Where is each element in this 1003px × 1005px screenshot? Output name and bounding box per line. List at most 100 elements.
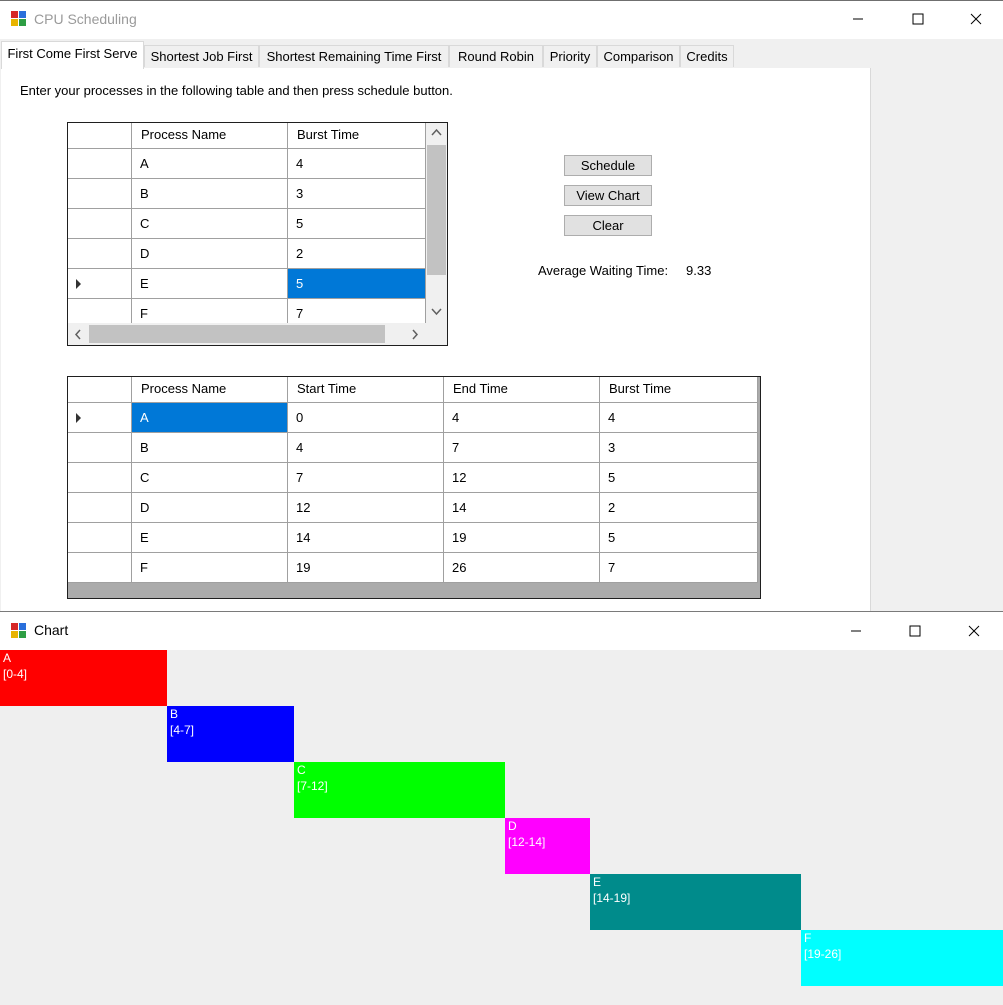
tab-priority[interactable]: Priority [543,45,597,67]
instruction-text: Enter your processes in the following ta… [20,83,453,98]
tab-shortest-job-first[interactable]: Shortest Job First [144,45,259,67]
column-header-burst-time[interactable]: Burst Time [600,377,758,403]
average-waiting-time-label: Average Waiting Time: [538,263,669,278]
schedule-result-table[interactable]: Process Name Start Time End Time Burst T… [67,376,761,599]
scrollbar-corner [426,323,447,345]
table-cell[interactable]: 0 [288,403,444,433]
input-process-table[interactable]: Process Name Burst Time A 4 B 3 C 5 D 2 … [67,122,448,346]
gantt-bar-e: E [14-19] [590,874,801,930]
chart-app-icon [11,623,27,639]
chart-close-button[interactable] [952,612,996,650]
column-header-process-name[interactable]: Process Name [132,377,288,403]
main-window-title: CPU Scheduling [34,11,137,27]
gantt-bar-c: C [7-12] [294,762,505,818]
table-cell[interactable]: C [132,463,288,493]
gantt-chart-area: A [0-4] B [4-7] C [7-12] D [12-14] E [14-19]… [0,650,1003,1005]
scroll-up-icon[interactable] [431,128,442,136]
scroll-left-icon[interactable] [74,329,82,340]
table-cell[interactable]: 3 [288,179,426,209]
table-cell[interactable]: A [132,149,288,179]
tab-round-robin[interactable]: Round Robin [449,45,543,67]
horizontal-scrollbar[interactable] [68,323,426,345]
table-cell[interactable]: 14 [444,493,600,523]
clear-button[interactable]: Clear [564,215,652,236]
table-cell[interactable]: 4 [444,403,600,433]
table-cell[interactable]: 7 [444,433,600,463]
current-row-arrow-icon [76,279,81,289]
row-header[interactable] [68,523,132,553]
view-chart-button[interactable]: View Chart [564,185,652,206]
vertical-scrollbar[interactable] [426,123,447,323]
close-button[interactable] [954,0,998,38]
table-cell[interactable]: 2 [600,493,758,523]
tab-comparison[interactable]: Comparison [597,45,680,67]
table-cell[interactable]: 7 [288,463,444,493]
table-cell[interactable]: 19 [288,553,444,583]
table-cell[interactable]: B [132,433,288,463]
table-cell[interactable]: D [132,493,288,523]
row-header[interactable] [68,149,132,179]
close-icon [970,13,982,25]
tab-first-come-first-serve[interactable]: First Come First Serve [1,41,144,69]
minimize-icon [851,630,861,632]
table-cell-selected[interactable]: 5 [288,269,426,299]
row-header-corner [68,123,132,149]
vertical-scroll-thumb[interactable] [427,145,446,275]
row-header[interactable] [68,209,132,239]
row-header[interactable] [68,239,132,269]
table-cell[interactable]: 4 [288,149,426,179]
column-header-end-time[interactable]: End Time [444,377,600,403]
table-cell[interactable]: 5 [600,523,758,553]
table-cell[interactable]: B [132,179,288,209]
row-header-corner [68,377,132,403]
row-header[interactable] [68,433,132,463]
maximize-icon [909,625,921,637]
table-cell[interactable]: 5 [600,463,758,493]
table-cell[interactable]: 7 [600,553,758,583]
column-header-burst-time[interactable]: Burst Time [288,123,426,149]
table-cell[interactable]: 3 [600,433,758,463]
scroll-right-icon[interactable] [411,329,419,340]
table-cell[interactable]: E [132,523,288,553]
gantt-bar-d: D [12-14] [505,818,590,874]
schedule-button[interactable]: Schedule [564,155,652,176]
table-cell[interactable]: D [132,239,288,269]
chart-minimize-button[interactable] [834,612,878,650]
minimize-icon [853,18,863,20]
tab-shortest-remaining-time-first[interactable]: Shortest Remaining Time First [259,45,449,67]
table-cell[interactable]: 12 [288,493,444,523]
table-cell[interactable]: 12 [444,463,600,493]
maximize-button[interactable] [896,0,940,38]
table-cell[interactable]: 4 [288,433,444,463]
scroll-down-icon[interactable] [431,308,442,316]
average-waiting-time-value: 9.33 [686,263,712,278]
minimize-button[interactable] [836,0,880,38]
table-cell[interactable]: 19 [444,523,600,553]
row-header[interactable] [68,553,132,583]
tab-credits[interactable]: Credits [680,45,734,67]
app-icon [11,11,27,27]
gantt-bar-f: F [19-26] [801,930,1003,986]
table-cell[interactable]: F [132,553,288,583]
current-row-arrow-icon [76,413,81,423]
close-icon [968,625,980,637]
table-cell[interactable]: 2 [288,239,426,269]
table-cell[interactable]: 5 [288,209,426,239]
horizontal-scroll-thumb[interactable] [89,325,385,343]
column-header-process-name[interactable]: Process Name [132,123,288,149]
row-header-current[interactable] [68,403,132,433]
table-cell[interactable]: E [132,269,288,299]
table-cell[interactable]: 4 [600,403,758,433]
row-header[interactable] [68,463,132,493]
table-cell[interactable]: 26 [444,553,600,583]
row-header[interactable] [68,493,132,523]
maximize-icon [912,13,924,25]
gantt-bar-a: A [0-4] [0,650,167,706]
table-cell-selected[interactable]: A [132,403,288,433]
table-cell[interactable]: 14 [288,523,444,553]
row-header[interactable] [68,179,132,209]
chart-maximize-button[interactable] [893,612,937,650]
row-header-current[interactable] [68,269,132,299]
table-cell[interactable]: C [132,209,288,239]
column-header-start-time[interactable]: Start Time [288,377,444,403]
